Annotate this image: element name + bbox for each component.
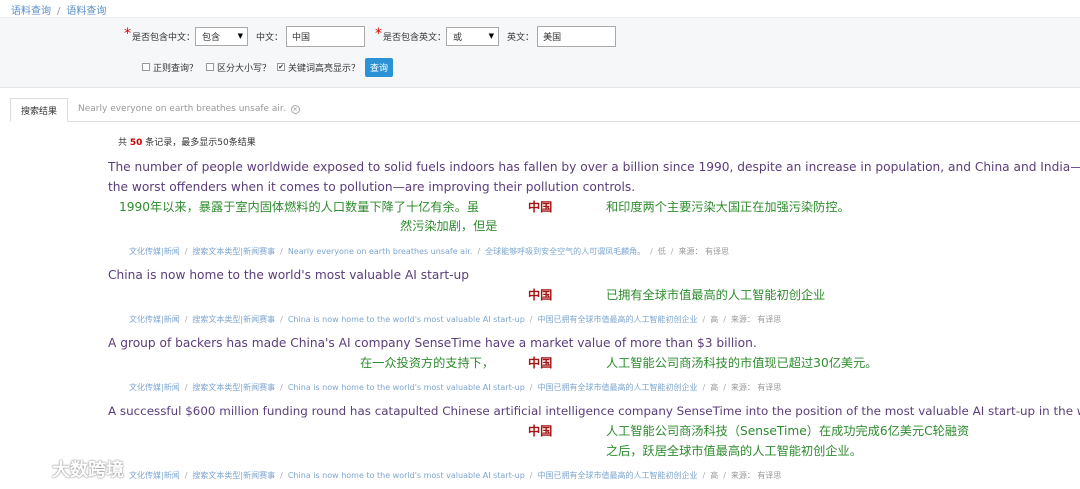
case-label: 区分大小写？ (217, 63, 272, 74)
tab-label: Nearly everyone on earth breathes unsafe… (78, 104, 286, 114)
result-meta: 文化传媒|新闻 / 搜索文本类型|新闻赛事 / Nearly everyone on e… (129, 247, 730, 256)
regex-checkbox[interactable] (142, 63, 150, 71)
summary-prefix: 共 (118, 138, 128, 148)
result-cn-text: 然污染加剧，但是 (400, 219, 498, 233)
watermark-text: 大数跨境 (52, 460, 124, 481)
meta-source-cn[interactable]: 中国已拥有全球市值最高的人工智能初创企业 (537, 471, 697, 480)
meta-origin: 来源： 有译思 (678, 247, 730, 256)
summary-suffix: 条记录，最多显示50条结果 (145, 138, 256, 148)
result-en-text: the worst offenders when it comes to pol… (108, 180, 636, 194)
meta-origin: 来源： 有译思 (730, 315, 782, 324)
meta-category[interactable]: 文化传媒|新闻 (129, 247, 180, 256)
include-en-select[interactable]: 或 ▼ (446, 26, 500, 46)
meta-level: 高 (710, 383, 719, 392)
meta-level: 高 (710, 315, 719, 324)
result-keyword: 中国 (528, 356, 553, 370)
result-cn-text: 人工智能公司商汤科技的市值现已超过30亿美元。 (606, 356, 878, 370)
en-input[interactable]: 美国 (537, 25, 617, 47)
include-en-select-value: 或 (453, 32, 463, 43)
meta-source-en[interactable]: China is now home to the world's most va… (288, 383, 525, 392)
result-cn-text: 已拥有全球市值最高的人工智能初创企业 (606, 288, 826, 302)
tab-query[interactable]: Nearly everyone on earth breathes unsafe… (68, 97, 310, 121)
result-cn-text: 在一众投资方的支持下， (360, 356, 495, 370)
en-label: 英文： (507, 32, 535, 43)
result-meta: 文化传媒|新闻 / 搜索文本类型|新闻赛事 / China is now home to… (129, 383, 782, 392)
close-icon[interactable]: ✕ (290, 104, 300, 114)
chevron-down-icon: ▼ (237, 32, 244, 40)
meta-source-cn[interactable]: 全球能够呼吸到安全空气的人可谓凤毛麟角。 (485, 247, 645, 256)
result-cn-text: 1990年以来，暴露于室内固体燃料的人口数量下降了十亿有余。虽 (119, 200, 480, 214)
result-en-text: A successful $600 million funding round … (108, 404, 1080, 418)
meta-source-cn[interactable]: 中国已拥有全球市值最高的人工智能初创企业 (537, 383, 697, 392)
filter-row: * 是否包含中文： 包含 ▼ 中文： 中国 * 是否包含英文： 或 ▼ 英文： … (124, 25, 617, 47)
include-cn-label: 是否包含中文： (132, 32, 196, 43)
highlight-checkbox[interactable]: ✔ (277, 63, 286, 71)
result-keyword: 中国 (528, 424, 553, 438)
meta-type[interactable]: 搜索文本类型|新闻赛事 (192, 383, 275, 392)
result-keyword: 中国 (528, 200, 553, 214)
meta-level: 高 (710, 471, 719, 480)
regex-label: 正则查询？ (153, 63, 199, 74)
include-cn-select-value: 包含 (202, 32, 221, 43)
tab-bar: 搜索结果 Nearly everyone on earth breathes u… (10, 98, 1080, 122)
meta-origin: 来源： 有译思 (730, 471, 782, 480)
tab-search-results[interactable]: 搜索结果 (10, 98, 69, 122)
required-marker: * (375, 26, 383, 42)
result-summary: 共 50 条记录，最多显示50条结果 (118, 135, 256, 148)
chevron-down-icon: ▼ (488, 32, 495, 40)
meta-type[interactable]: 搜索文本类型|新闻赛事 (192, 471, 275, 480)
meta-source-cn[interactable]: 中国已拥有全球市值最高的人工智能初创企业 (537, 315, 697, 324)
result-en-text: China is now home to the world's most va… (108, 268, 469, 282)
result-en-text: The number of people worldwide exposed t… (108, 160, 1080, 174)
result-cn-text: 和印度两个主要污染大国正在加强污染防控。 (606, 200, 850, 214)
result-meta: 文化传媒|新闻 / 搜索文本类型|新闻赛事 / China is now home to… (129, 471, 782, 480)
meta-type[interactable]: 搜索文本类型|新闻赛事 (192, 315, 275, 324)
result-en-text: A group of backers has made China's AI c… (108, 336, 757, 350)
cn-input[interactable]: 中国 (286, 25, 366, 47)
tab-label: 搜索结果 (21, 106, 58, 117)
meta-type[interactable]: 搜索文本类型|新闻赛事 (192, 247, 275, 256)
search-form: * 是否包含中文： 包含 ▼ 中文： 中国 * 是否包含英文： 或 ▼ 英文： … (0, 0, 1080, 88)
case-checkbox[interactable] (206, 63, 215, 71)
highlight-label: 关键词高亮显示？ (288, 63, 361, 74)
watermark-logo-icon (12, 461, 45, 478)
meta-source-en[interactable]: China is now home to the world's most va… (288, 471, 525, 480)
meta-source-en[interactable]: Nearly everyone on earth breathes unsafe… (288, 247, 473, 256)
required-marker: * (124, 26, 131, 42)
result-cn-text: 人工智能公司商汤科技（SenseTime）在成功完成6亿美元C轮融资 (606, 424, 970, 438)
breadcrumb-bar (0, 0, 1080, 18)
breadcrumb-separator: / (57, 6, 61, 17)
result-keyword: 中国 (528, 288, 553, 302)
watermark: 大数跨境 (10, 456, 124, 482)
meta-category[interactable]: 文化传媒|新闻 (129, 471, 180, 480)
search-button[interactable]: 查询 (365, 57, 394, 77)
breadcrumb: 语料查询 / 语料查询 (11, 2, 106, 17)
meta-category[interactable]: 文化传媒|新闻 (129, 383, 180, 392)
include-cn-select[interactable]: 包含 ▼ (195, 26, 249, 46)
include-en-label: 是否包含英文： (383, 32, 447, 43)
result-cn-text: 之后，跃居全球市值最高的人工智能初创企业。 (606, 444, 862, 458)
cn-label: 中文： (256, 32, 284, 43)
meta-source-en[interactable]: China is now home to the world's most va… (288, 315, 525, 324)
options-row: 正则查询？ 区分大小写？ ✔ 关键词高亮显示？ 查询 (142, 57, 394, 77)
meta-category[interactable]: 文化传媒|新闻 (129, 315, 180, 324)
breadcrumb-item[interactable]: 语料查询 (11, 6, 51, 17)
breadcrumb-item[interactable]: 语料查询 (66, 6, 106, 17)
result-count: 50 (129, 138, 143, 148)
result-meta: 文化传媒|新闻 / 搜索文本类型|新闻赛事 / China is now home to… (129, 315, 782, 324)
meta-level: 低 (657, 247, 666, 256)
meta-origin: 来源： 有译思 (730, 383, 782, 392)
